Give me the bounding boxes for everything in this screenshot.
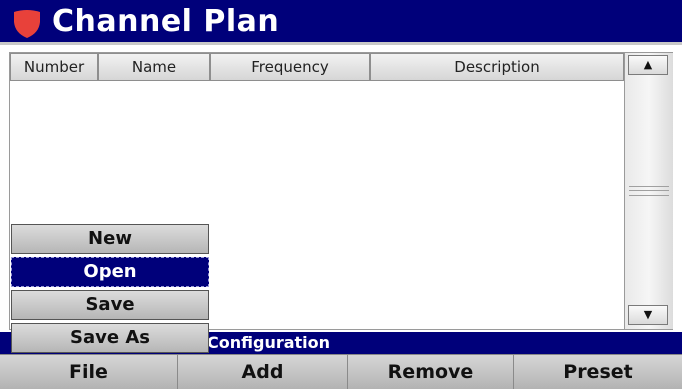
column-header-number[interactable]: Number (10, 53, 98, 81)
softkey-add[interactable]: Add (178, 355, 348, 389)
menu-item-save[interactable]: Save (11, 290, 209, 320)
status-text: Configuration (207, 333, 331, 352)
vertical-scrollbar[interactable]: ▲ ▼ (624, 53, 673, 329)
softkey-preset[interactable]: Preset (514, 355, 682, 389)
column-header-frequency[interactable]: Frequency (210, 53, 370, 81)
column-header-description[interactable]: Description (370, 53, 624, 81)
column-header-name[interactable]: Name (98, 53, 210, 81)
menu-item-new[interactable]: New (11, 224, 209, 254)
menu-item-save-as[interactable]: Save As (11, 323, 209, 353)
page-title: Channel Plan (52, 4, 280, 39)
channel-table: Number Name Frequency Description ▲ ▼ (9, 52, 673, 330)
menu-item-open[interactable]: Open (11, 257, 209, 287)
title-bar: Channel Plan (0, 0, 682, 45)
softkey-file[interactable]: File (0, 355, 178, 389)
softkey-remove[interactable]: Remove (348, 355, 514, 389)
softkey-bar: File Add Remove Preset (0, 354, 682, 389)
table-header: Number Name Frequency Description (10, 53, 624, 81)
scroll-thumb-grip[interactable] (629, 186, 669, 196)
scroll-up-icon[interactable]: ▲ (628, 55, 668, 75)
logo-shield-icon (14, 10, 40, 38)
scroll-down-icon[interactable]: ▼ (628, 305, 668, 325)
